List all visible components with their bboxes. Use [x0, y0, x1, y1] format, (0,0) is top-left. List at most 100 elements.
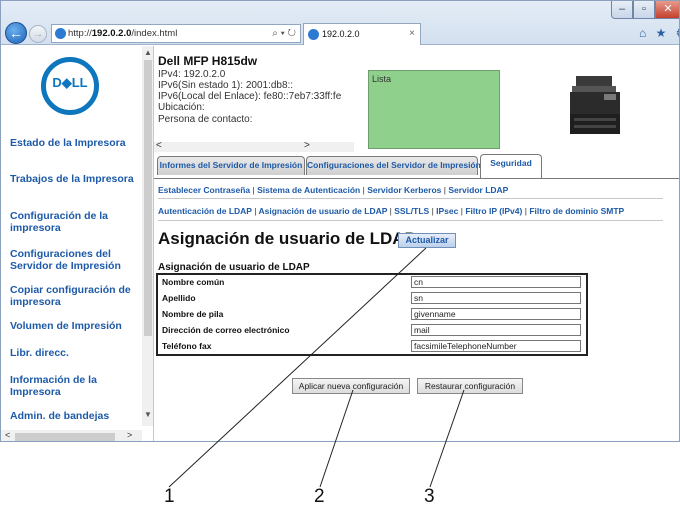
nav-item-print-volume[interactable]: Volumen de Impresión	[10, 320, 140, 332]
address-bar[interactable]: http://192.0.2.0/index.html ⌕ ▾ ↻	[51, 24, 301, 43]
link-ldap-server[interactable]: Servidor LDAP	[448, 185, 508, 195]
table-row: Dirección de correo electrónico	[158, 323, 586, 339]
back-button[interactable]: ←	[5, 22, 27, 44]
table-row: Nombre de pila	[158, 307, 586, 323]
nav-item-tray-management[interactable]: Admin. de bandejas	[10, 410, 140, 422]
link-smtp-domain-filter[interactable]: Filtro de dominio SMTP	[529, 206, 624, 216]
fax-number-input[interactable]	[411, 340, 581, 352]
ipv6-stateless-text: IPv6(Sin estado 1): 2001:db8::	[158, 80, 294, 91]
info-horizontal-scrollbar[interactable]: < >	[154, 140, 354, 152]
section-title: Asignación de usuario de LDAP	[158, 262, 310, 273]
email-address-input[interactable]	[411, 324, 581, 336]
ie-page-icon	[55, 28, 66, 39]
tab-print-server-reports[interactable]: Informes del Servidor de Impresión	[157, 156, 305, 175]
page-title: Asignación de usuario de LDAP -	[158, 229, 426, 248]
nav-item-printer-information[interactable]: Información de la Impresora	[10, 374, 140, 398]
ie-tab-icon	[308, 29, 319, 40]
scroll-left-icon[interactable]: <	[156, 140, 162, 151]
callout-number-1: 1	[164, 486, 175, 507]
nav-item-printer-settings[interactable]: Configuración de la impresora	[10, 210, 140, 234]
ipv4-text: IPv4: 192.0.2.0	[158, 69, 226, 80]
screenshot-root: – ▫ ✕ ← → http://192.0.2.0/index.html ⌕ …	[0, 0, 680, 515]
security-sublinks-row2: Autenticación de LDAP | Asignación de us…	[158, 206, 624, 216]
link-separator: |	[431, 206, 434, 216]
table-row: Teléfono fax	[158, 339, 586, 355]
window-minimize-button[interactable]: –	[611, 1, 633, 19]
window-close-button[interactable]: ✕	[655, 1, 679, 19]
status-text: Lista	[372, 74, 392, 84]
link-separator: |	[524, 206, 527, 216]
back-arrow-icon: ←	[9, 25, 23, 41]
link-separator: |	[252, 185, 255, 195]
divider	[158, 198, 663, 199]
main-content-frame: Dell MFP H815dw IPv4: 192.0.2.0 IPv6(Sin…	[154, 46, 679, 441]
link-separator: |	[389, 206, 392, 216]
scroll-left-icon[interactable]: <	[5, 430, 10, 440]
address-prefix: http://	[68, 28, 92, 39]
security-sublinks-row1: Establecer Contraseña | Sistema de Auten…	[158, 185, 508, 195]
nav-item-printer-jobs[interactable]: Trabajos de la Impresora	[10, 173, 140, 185]
forward-button[interactable]: →	[29, 25, 47, 43]
forward-arrow-icon: →	[32, 28, 44, 40]
link-separator: |	[362, 185, 365, 195]
given-name-input[interactable]	[411, 308, 581, 320]
link-set-password[interactable]: Establecer Contraseña	[158, 185, 250, 195]
nav-item-printer-status[interactable]: Estado de la Impresora	[10, 137, 140, 149]
surname-input[interactable]	[411, 292, 581, 304]
ipv6-link-local-text: IPv6(Local del Enlace): fe80::7eb7:33ff:…	[158, 91, 342, 102]
left-horizontal-scroll-thumb[interactable]	[15, 433, 115, 441]
tab-baseline	[154, 178, 679, 179]
tab-close-icon[interactable]: ×	[409, 24, 415, 44]
link-ipsec[interactable]: IPsec	[436, 206, 458, 216]
link-authentication-system[interactable]: Sistema de Autenticación	[257, 185, 360, 195]
contact-person-text: Persona de contacto:	[158, 114, 253, 125]
nav-item-copy-printer-settings[interactable]: Copiar configuración de impresora	[10, 284, 140, 308]
link-ldap-user-mapping[interactable]: Asignación de usuario de LDAP	[258, 206, 387, 216]
left-navigation-frame: D◆LL Estado de la Impresora Trabajos de …	[1, 46, 154, 441]
address-tools-icons[interactable]: ⌕ ▾ ↻	[272, 25, 296, 42]
callout-number-2: 2	[314, 486, 325, 507]
scroll-up-icon[interactable]: ▲	[142, 48, 153, 57]
tab-security[interactable]: Seguridad	[480, 154, 542, 179]
email-address-label: Dirección de correo electrónico	[162, 325, 290, 335]
link-separator: |	[254, 206, 257, 216]
common-name-label: Nombre común	[162, 277, 225, 287]
link-ssl-tls[interactable]: SSL/TLS	[394, 206, 429, 216]
divider	[158, 220, 663, 221]
status-panel: Lista	[368, 70, 500, 149]
close-icon: ✕	[663, 3, 673, 15]
browser-tab[interactable]: 192.0.2.0 ×	[303, 23, 421, 45]
nav-item-print-server-settings[interactable]: Configuraciones del Servidor de Impresió…	[10, 248, 140, 272]
surname-label: Apellido	[162, 293, 196, 303]
address-path: /index.html	[131, 28, 178, 39]
table-row: Apellido	[158, 291, 586, 307]
given-name-label: Nombre de pila	[162, 309, 224, 319]
location-text: Ubicación:	[158, 102, 205, 113]
common-name-input[interactable]	[411, 276, 581, 288]
maximize-icon: ▫	[642, 3, 646, 15]
minimize-icon: –	[618, 3, 626, 15]
left-vertical-scroll-thumb[interactable]	[144, 60, 152, 336]
browser-chrome: – ▫ ✕ ← → http://192.0.2.0/index.html ⌕ …	[1, 1, 679, 45]
table-row: Nombre común	[158, 275, 586, 291]
nav-item-address-book[interactable]: Libr. direcc.	[10, 347, 140, 359]
link-kerberos-server[interactable]: Servidor Kerberos	[367, 185, 441, 195]
tab-print-server-settings[interactable]: Configuraciones del Servidor de Impresió…	[306, 156, 481, 175]
address-host: 192.0.2.0	[91, 28, 132, 39]
apply-new-settings-button[interactable]: Aplicar nueva configuración	[292, 378, 410, 394]
printer-model-title: Dell MFP H815dw	[158, 54, 258, 68]
scroll-right-icon[interactable]: >	[127, 430, 132, 440]
callout-number-3: 3	[424, 486, 435, 507]
link-ip-filter-ipv4[interactable]: Filtro IP (IPv4)	[465, 206, 522, 216]
ldap-mapping-table: Nombre común Apellido Nombre de pila Dir…	[156, 273, 588, 356]
link-ldap-authentication[interactable]: Autenticación de LDAP	[158, 206, 252, 216]
scroll-down-icon[interactable]: ▼	[142, 410, 153, 419]
refresh-button[interactable]: Actualizar	[398, 233, 456, 248]
home-favorites-tools-icons[interactable]: ⌂ ★ ⚙	[639, 26, 679, 40]
restore-settings-button[interactable]: Restaurar configuración	[417, 378, 523, 394]
link-separator: |	[460, 206, 463, 216]
dell-logo-text: D◆LL	[52, 75, 88, 90]
window-maximize-button[interactable]: ▫	[633, 1, 655, 19]
scroll-right-icon[interactable]: >	[304, 140, 310, 151]
browser-window: – ▫ ✕ ← → http://192.0.2.0/index.html ⌕ …	[0, 0, 680, 442]
